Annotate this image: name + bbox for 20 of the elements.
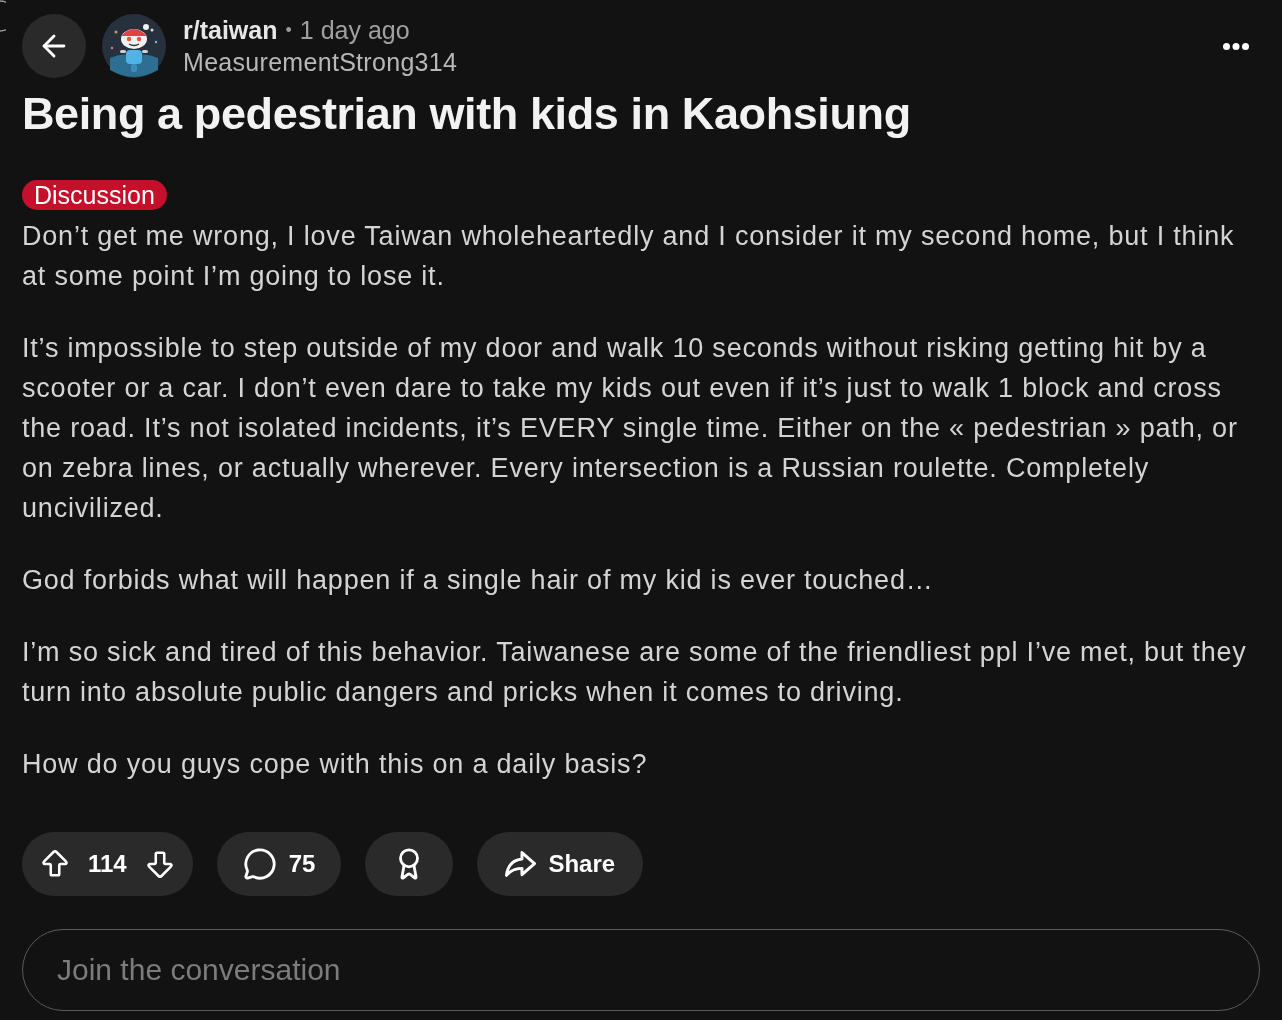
comment-field[interactable]: Join the conversation	[22, 929, 1260, 1011]
post-paragraph: How do you guys cope with this on a daily basis?	[22, 748, 649, 781]
separator-dot: •	[285, 19, 292, 42]
subreddit-link[interactable]: r/taiwan	[183, 14, 278, 46]
arc-icon	[0, 0, 6, 32]
share-button[interactable]: Share	[477, 832, 644, 896]
author-link[interactable]: MeasurementStrong314	[183, 46, 458, 78]
post-paragraph: Don’t get me wrong, I love Taiwan wholeheartedly and I consider it my second home, but I think at some point I’m going to lose it.	[22, 220, 1236, 293]
post-title: Being a pedestrian with kids in Kaohsiung	[22, 87, 912, 141]
vote-count: 114	[87, 849, 128, 879]
speech-bubble-icon	[242, 847, 277, 881]
robot-avatar-icon	[102, 14, 166, 78]
post-paragraph: I’m so sick and tired of this behavior. Taiwanese are some of the friendliest ppl I’ve met, but they turn into absolute public dangers and pricks when it comes to driving.	[22, 636, 1248, 709]
comments-button[interactable]: 75	[216, 832, 342, 896]
more-options-icon	[1223, 42, 1249, 50]
post-paragraph: God forbids what will happen if a single hair of my kid is ever touched…	[22, 564, 935, 597]
post-time: 1 day ago	[299, 15, 410, 46]
flair-tag: Discussion	[22, 180, 167, 210]
post-paragraph: It’s impossible to step outside of my door and walk 10 seconds without risking getting hit by a scooter or a car. I don’t even dare to take my kids out even if it’s just to walk 1 block and cross the road. It’s not isolated incidents, it’s EVERY single time. Either on the « pedestrian » path, or on zebra lines, or actually wherever. Every intersection is a Russian roulette. Completely uncivilized.	[22, 332, 1239, 525]
share-arrow-icon	[505, 851, 537, 877]
